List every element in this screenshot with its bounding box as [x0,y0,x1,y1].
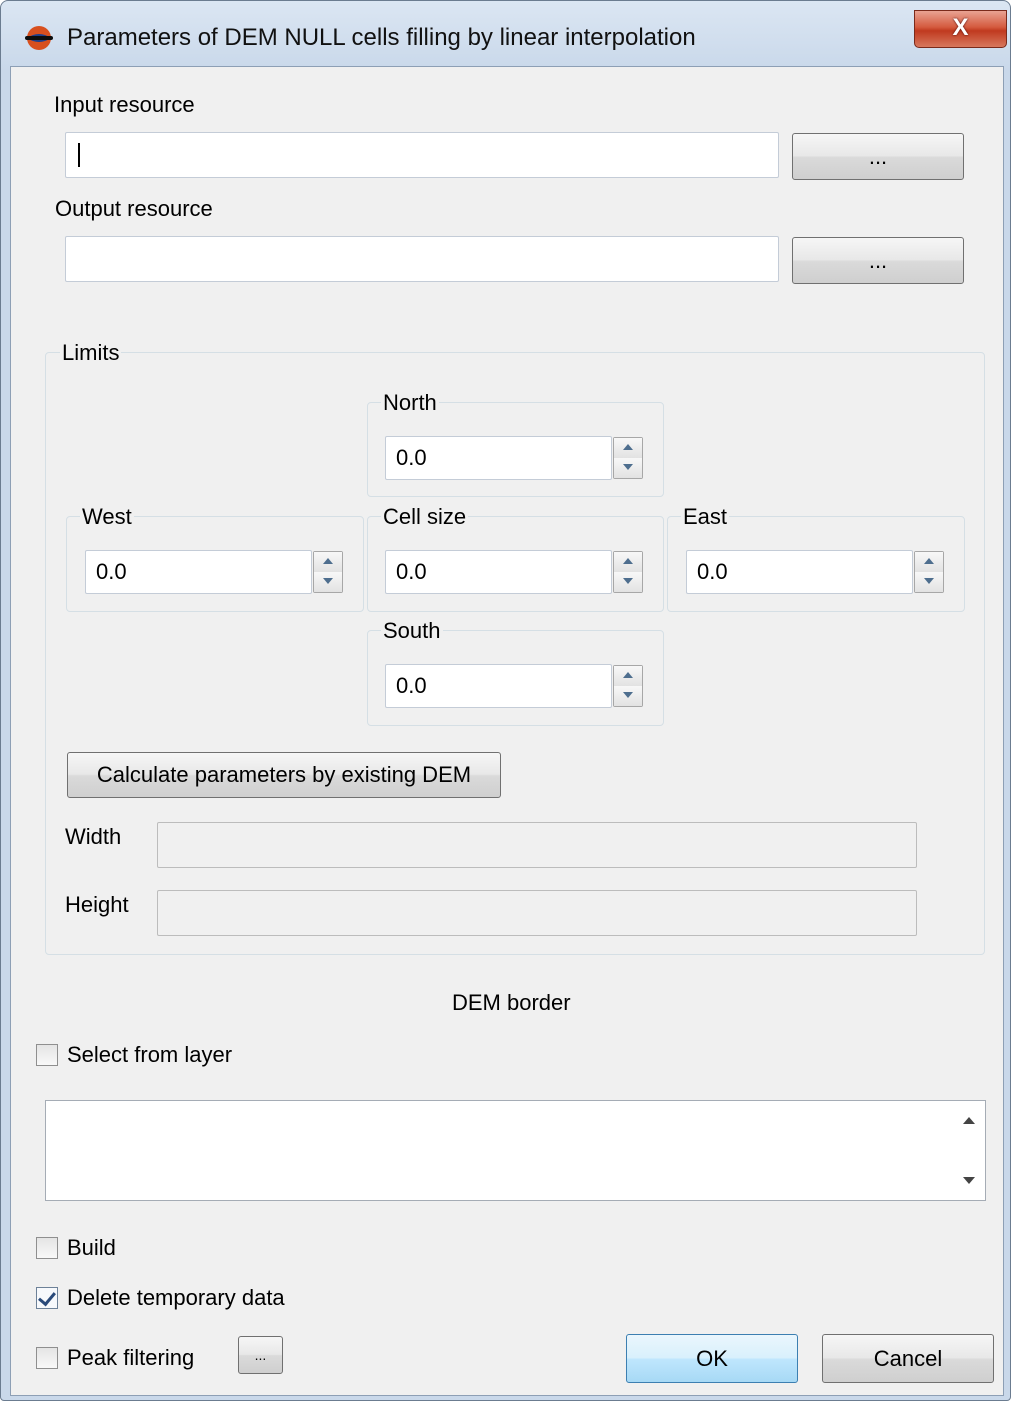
east-value: 0.0 [697,559,728,584]
input-resource-label: Input resource [54,92,195,117]
north-input[interactable]: 0.0 [385,436,612,480]
select-from-layer-label[interactable]: Select from layer [67,1042,232,1068]
limits-group-title: Limits [60,340,122,366]
west-spinner[interactable] [313,551,343,593]
close-button[interactable]: X [914,10,1007,48]
north-label: North [381,390,439,416]
east-spinner[interactable] [914,551,944,593]
cell-size-label: Cell size [381,504,469,530]
cell-size-spinner[interactable] [613,551,643,593]
dem-border-title: DEM border [452,990,571,1015]
select-from-layer-checkbox[interactable] [36,1044,58,1066]
width-field [157,822,917,868]
dem-border-scrollbar[interactable] [954,1101,985,1200]
cell-size-spin-up[interactable] [614,552,642,573]
north-spin-up[interactable] [614,438,642,459]
peak-filtering-label[interactable]: Peak filtering [67,1345,194,1371]
height-field [157,890,917,936]
north-spinner[interactable] [613,437,643,479]
output-resource-label: Output resource [55,196,213,221]
delete-temp-checkbox[interactable] [36,1287,58,1309]
delete-temp-label[interactable]: Delete temporary data [67,1285,285,1311]
peak-filtering-settings-button[interactable]: ... [238,1336,283,1374]
west-input[interactable]: 0.0 [85,550,312,594]
build-checkbox[interactable] [36,1237,58,1259]
east-spin-up[interactable] [915,552,943,573]
output-resource-field[interactable] [65,236,779,282]
calculate-parameters-button[interactable]: Calculate parameters by existing DEM [67,752,501,798]
cell-size-value: 0.0 [396,559,427,584]
west-value: 0.0 [96,559,127,584]
dem-border-text-area[interactable] [45,1100,986,1201]
scroll-down-arrow-icon[interactable] [963,1177,975,1184]
west-spin-down[interactable] [314,572,342,592]
south-input[interactable]: 0.0 [385,664,612,708]
ok-button[interactable]: OK [626,1334,798,1383]
peak-filtering-checkbox[interactable] [36,1347,58,1369]
checkmark-icon [38,1287,56,1307]
west-spin-up[interactable] [314,552,342,573]
south-value: 0.0 [396,673,427,698]
north-spin-down[interactable] [614,458,642,478]
cell-size-input[interactable]: 0.0 [385,550,612,594]
cell-size-spin-down[interactable] [614,572,642,592]
east-input[interactable]: 0.0 [686,550,913,594]
input-resource-field[interactable] [65,132,779,178]
input-resource-browse-button[interactable]: ... [792,133,964,180]
north-value: 0.0 [396,445,427,470]
text-caret [78,143,80,167]
cancel-button[interactable]: Cancel [822,1334,994,1383]
height-label: Height [65,892,129,917]
output-resource-browse-button[interactable]: ... [792,237,964,284]
app-globe-icon [22,24,56,52]
south-spinner[interactable] [613,665,643,707]
south-label: South [381,618,443,644]
scroll-up-arrow-icon[interactable] [963,1117,975,1124]
build-label[interactable]: Build [67,1235,116,1261]
width-label: Width [65,824,122,849]
east-label: East [681,504,730,530]
window-title: Parameters of DEM NULL cells filling by … [67,24,696,51]
east-spin-down[interactable] [915,572,943,592]
south-spin-up[interactable] [614,666,642,687]
west-label: West [80,504,134,530]
south-spin-down[interactable] [614,686,642,706]
